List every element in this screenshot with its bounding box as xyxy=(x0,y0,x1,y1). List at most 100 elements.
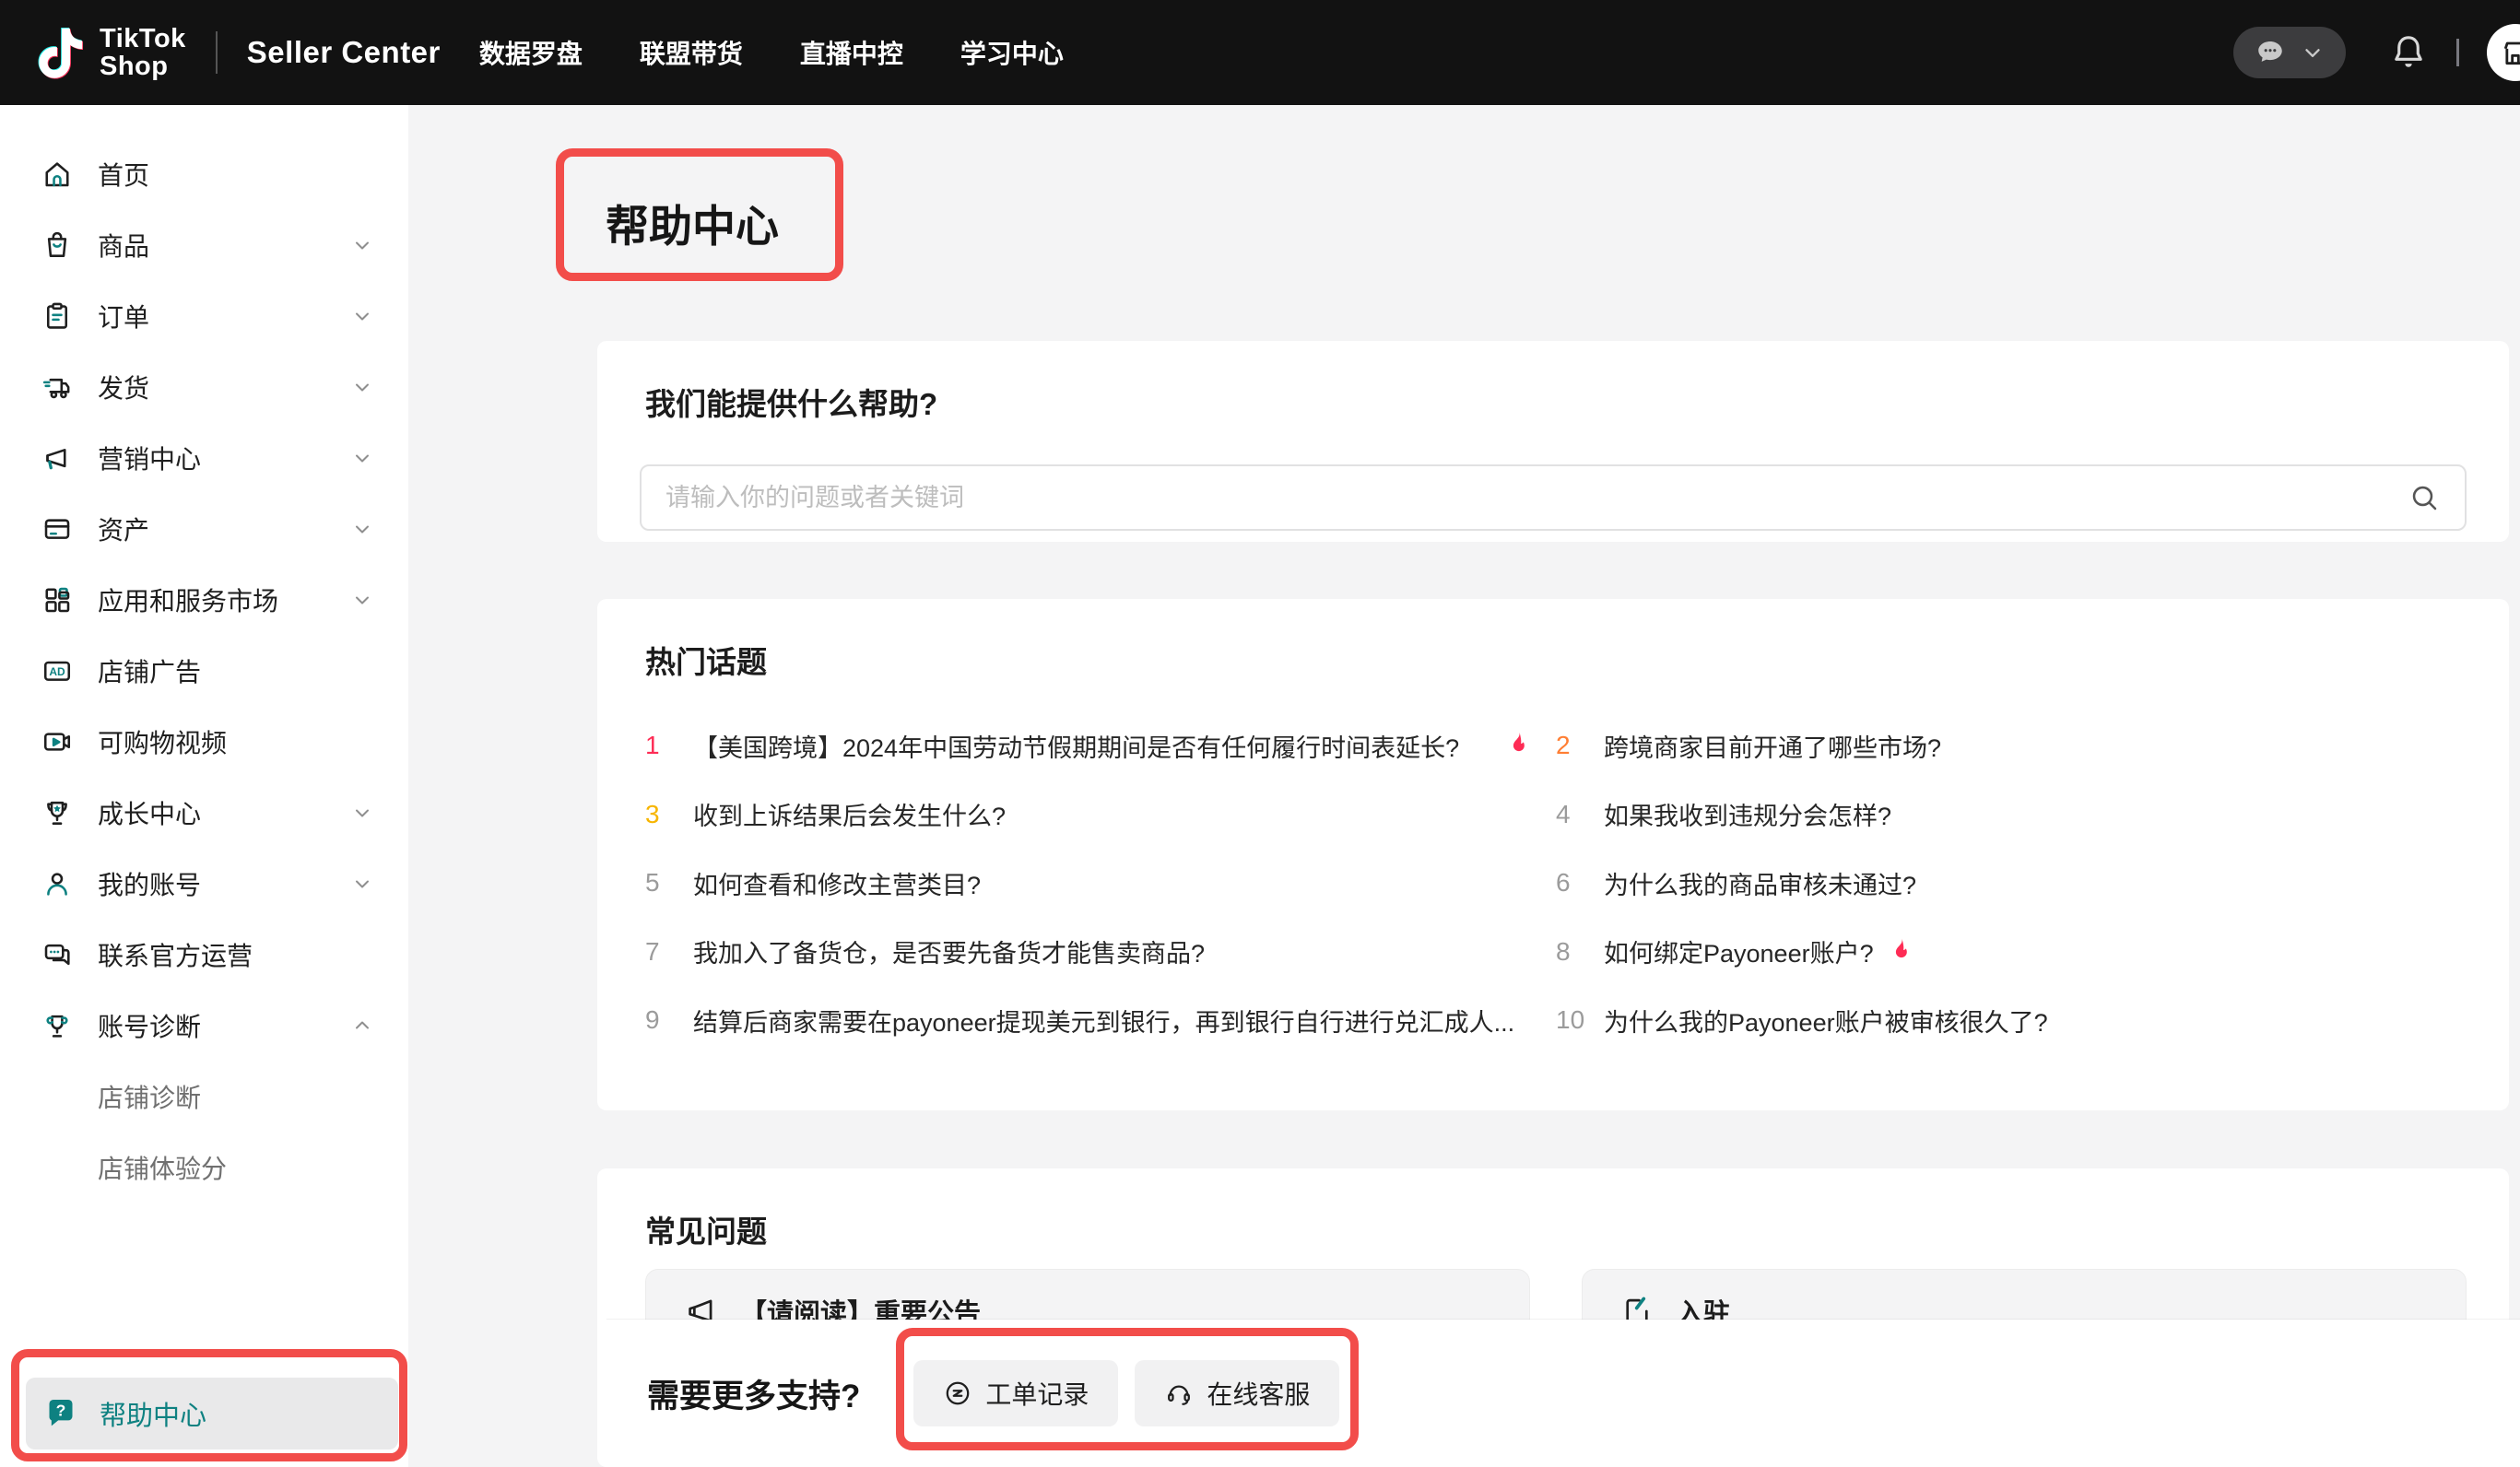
marketing-icon xyxy=(41,441,74,475)
search-card-title: 我们能提供什么帮助? xyxy=(645,380,937,424)
search-input[interactable] xyxy=(665,484,2408,512)
nav-affiliate[interactable]: 联盟带货 xyxy=(640,34,743,71)
sidebar-subitem-shop-experience-score[interactable]: 店铺体验分 xyxy=(0,1132,408,1203)
shipping-icon xyxy=(41,370,74,404)
sidebar-item-home[interactable]: 首页 xyxy=(0,138,408,209)
sidebar-item-shop-ads[interactable]: AD 店铺广告 xyxy=(0,635,408,706)
contact-icon xyxy=(41,938,74,971)
header-divider xyxy=(216,31,218,74)
chevron-down-icon xyxy=(351,518,373,540)
chevron-down-icon xyxy=(351,305,373,327)
chevron-down-icon xyxy=(351,802,373,824)
nav-live-console[interactable]: 直播中控 xyxy=(800,34,903,71)
sidebar-item-contact-operations[interactable]: 联系官方运营 xyxy=(0,919,408,990)
ticket-history-button[interactable]: 工单记录 xyxy=(913,1360,1118,1426)
user-avatar[interactable] xyxy=(2487,24,2520,81)
hot-topic-item-8[interactable]: 8 如何绑定Payoneer账户? xyxy=(1556,918,2476,987)
sidebar-item-products[interactable]: 商品 xyxy=(0,209,408,280)
product-icon xyxy=(41,229,74,262)
topic-rank: 6 xyxy=(1556,868,1595,898)
sidebar-item-orders[interactable]: 订单 xyxy=(0,280,408,351)
fire-icon xyxy=(1504,730,1532,761)
svg-text:?: ? xyxy=(56,1402,66,1420)
seller-center-help-page: TikTok Shop Seller Center 数据罗盘 联盟带货 直播中控… xyxy=(0,0,2520,1467)
messages-dropdown-button[interactable] xyxy=(2233,27,2346,78)
hot-topic-item-4[interactable]: 4 如果我收到违规分会怎样? xyxy=(1556,780,2476,850)
sidebar-item-growth-center[interactable]: 成长中心 xyxy=(0,777,408,848)
hot-topic-item-3[interactable]: 3 收到上诉结果后会发生什么? xyxy=(645,780,1556,850)
search-card: 我们能提供什么帮助? xyxy=(597,341,2509,542)
product-title: Seller Center xyxy=(247,35,441,70)
online-support-button[interactable]: 在线客服 xyxy=(1135,1360,1339,1426)
chevron-down-icon xyxy=(351,589,373,611)
growth-icon xyxy=(41,796,74,829)
sidebar-item-help-center[interactable]: ? 帮助中心 xyxy=(26,1378,398,1449)
header-right xyxy=(2233,24,2520,81)
chevron-down-icon xyxy=(351,447,373,469)
topic-rank: 8 xyxy=(1556,937,1595,967)
sidebar-list: 首页 商品 订单 发货 xyxy=(0,105,408,1203)
sidebar-item-shipping[interactable]: 发货 xyxy=(0,351,408,422)
support-bar: 需要更多支持? 工单记录 在线客服 xyxy=(606,1320,2520,1467)
headset-icon xyxy=(1164,1379,1194,1408)
chevron-down-icon xyxy=(2301,41,2325,65)
hot-topic-item-10[interactable]: 10 为什么我的Payoneer账户被审核很久了? xyxy=(1556,986,2476,1055)
video-icon xyxy=(41,725,74,758)
sidebar-item-account-diagnosis[interactable]: 账号诊断 xyxy=(0,990,408,1061)
chevron-up-icon xyxy=(351,1015,373,1037)
hot-topic-item-1[interactable]: 1 【美国跨境】2024年中国劳动节假期期间是否有任何履行时间表延长? xyxy=(645,711,1556,780)
sidebar-item-app-market[interactable]: 应用和服务市场 xyxy=(0,564,408,635)
nav-data-compass[interactable]: 数据罗盘 xyxy=(479,34,583,71)
chevron-down-icon xyxy=(351,873,373,895)
nav-learning-center[interactable]: 学习中心 xyxy=(960,34,1064,71)
apps-icon xyxy=(41,583,74,616)
search-box xyxy=(640,464,2467,531)
sidebar-subitem-shop-diagnosis[interactable]: 店铺诊断 xyxy=(0,1061,408,1132)
chevron-down-icon xyxy=(351,376,373,398)
sidebar-item-marketing[interactable]: 营销中心 xyxy=(0,422,408,493)
hot-topic-item-5[interactable]: 5 如何查看和修改主营类目? xyxy=(645,849,1556,918)
brand-wordmark: TikTok Shop xyxy=(100,25,186,80)
tiktok-note-icon xyxy=(35,25,85,80)
bell-icon[interactable] xyxy=(2388,32,2429,73)
support-prompt: 需要更多支持? xyxy=(647,1370,860,1417)
tiktok-shop-logo[interactable]: TikTok Shop xyxy=(35,25,186,80)
topic-rank: 1 xyxy=(645,731,684,760)
topic-rank: 5 xyxy=(645,868,684,898)
account-icon xyxy=(41,867,74,900)
order-icon xyxy=(41,299,74,333)
top-nav-bar: TikTok Shop Seller Center 数据罗盘 联盟带货 直播中控… xyxy=(0,0,2520,105)
hot-topic-item-7[interactable]: 7 我加入了备货仓，是否要先备货才能售卖商品? xyxy=(645,918,1556,987)
header-nav: 数据罗盘 联盟带货 直播中控 学习中心 xyxy=(479,34,1064,71)
svg-text:AD: AD xyxy=(49,664,65,677)
topic-rank: 4 xyxy=(1556,800,1595,829)
topic-rank: 7 xyxy=(645,937,684,967)
sidebar-item-shoppable-video[interactable]: 可购物视频 xyxy=(0,706,408,777)
sidebar-item-assets[interactable]: 资产 xyxy=(0,493,408,564)
hot-topic-item-2[interactable]: 2 跨境商家目前开通了哪些市场? xyxy=(1556,711,2476,780)
assets-icon xyxy=(41,512,74,546)
sidebar-item-my-account[interactable]: 我的账号 xyxy=(0,848,408,919)
hot-topics-title: 热门话题 xyxy=(645,638,767,682)
ads-icon: AD xyxy=(41,654,74,687)
page-title: 帮助中心 xyxy=(606,191,779,254)
faq-title: 常见问题 xyxy=(645,1207,767,1251)
hot-topic-item-6[interactable]: 6 为什么我的商品审核未通过? xyxy=(1556,849,2476,918)
sidebar: 首页 商品 订单 发货 xyxy=(0,105,408,1467)
topic-rank: 10 xyxy=(1556,1005,1595,1035)
support-buttons: 工单记录 在线客服 xyxy=(913,1360,1339,1426)
home-icon xyxy=(41,158,74,191)
header-divider-2 xyxy=(2456,39,2459,66)
diagnosis-icon xyxy=(41,1009,74,1042)
topic-rank: 2 xyxy=(1556,731,1595,760)
hot-topics-card: 热门话题 1 【美国跨境】2024年中国劳动节假期期间是否有任何履行时间表延长?… xyxy=(597,599,2509,1110)
chevron-down-icon xyxy=(351,234,373,256)
chat-messages-icon xyxy=(2255,37,2286,68)
search-icon[interactable] xyxy=(2408,481,2441,514)
topic-rank: 9 xyxy=(645,1005,684,1035)
ticket-icon xyxy=(943,1379,972,1408)
fire-icon xyxy=(1887,936,1914,968)
topic-rank: 3 xyxy=(645,800,684,829)
hot-topic-item-9[interactable]: 9 结算后商家需要在payoneer提现美元到银行，再到银行自行进行兑汇成人..… xyxy=(645,986,1556,1055)
hot-topics-list: 1 【美国跨境】2024年中国劳动节假期期间是否有任何履行时间表延长? 2 跨境… xyxy=(645,711,2476,1055)
